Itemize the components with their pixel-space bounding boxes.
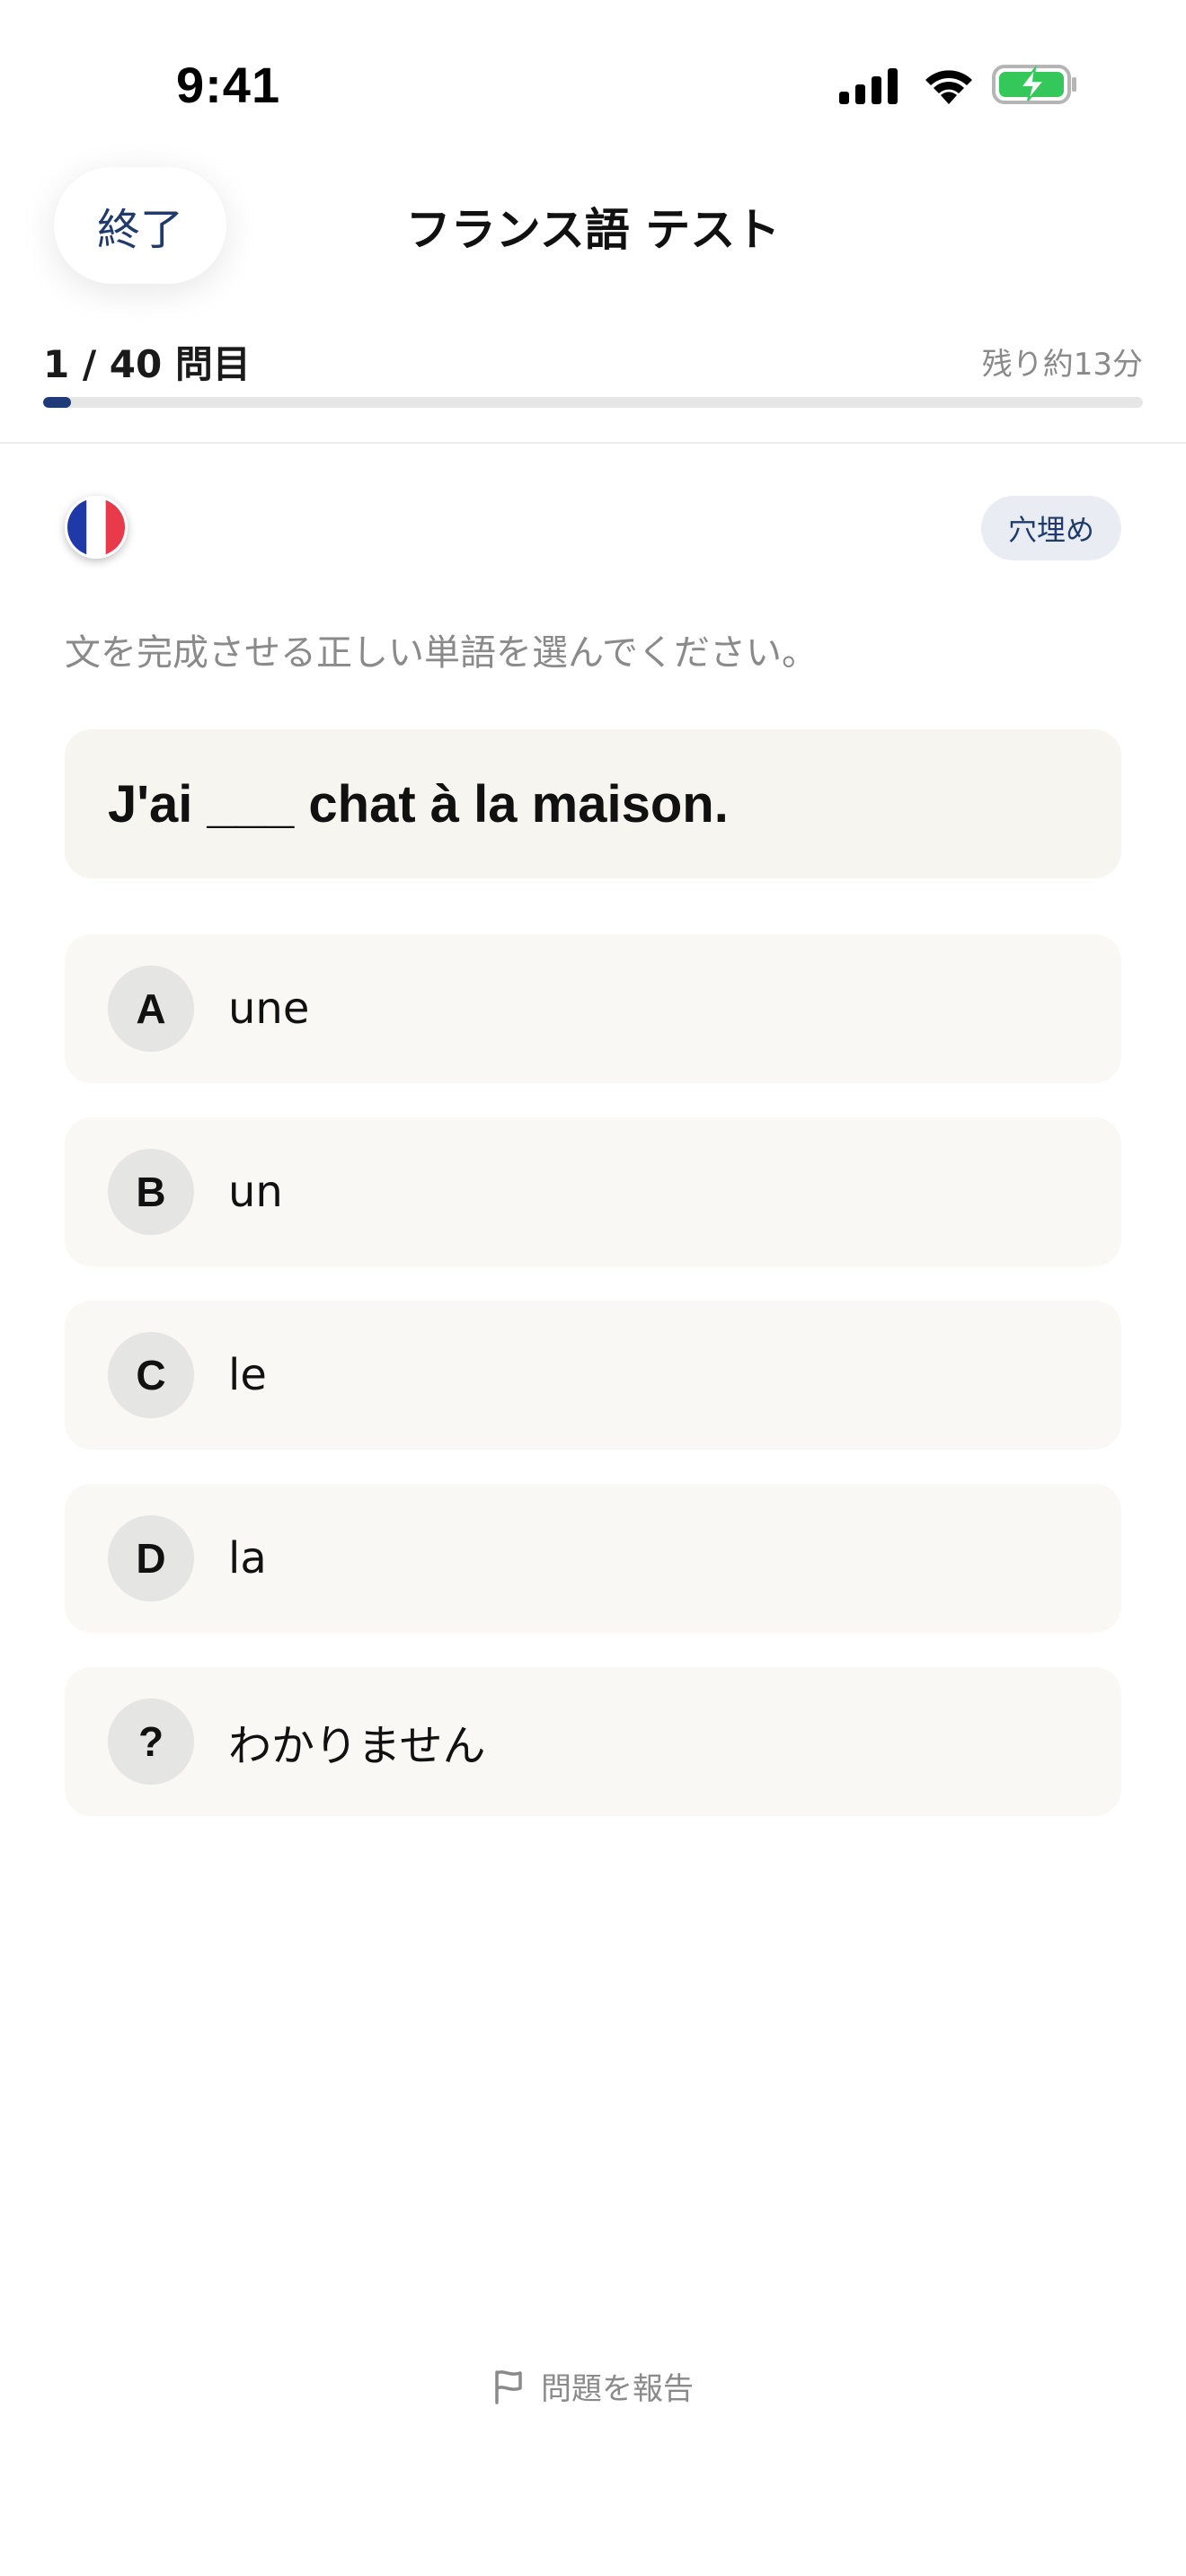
option-text: la bbox=[228, 1533, 267, 1584]
battery-charging-icon bbox=[992, 65, 1076, 104]
option-dont-know[interactable]: ? わかりません bbox=[65, 1667, 1121, 1816]
option-letter: C bbox=[108, 1332, 194, 1418]
question-counter: 1 / 40 問目 bbox=[43, 342, 251, 386]
option-text: un bbox=[228, 1167, 283, 1217]
flag-icon bbox=[495, 2369, 522, 2404]
question-type-badge: 穴埋め bbox=[980, 496, 1121, 560]
progress-fill bbox=[43, 397, 71, 408]
option-text: une bbox=[228, 984, 310, 1034]
signal-icon bbox=[839, 68, 898, 104]
option-b[interactable]: B un bbox=[65, 1117, 1121, 1266]
question-instruction: 文を完成させる正しい単語を選んでください。 bbox=[65, 632, 818, 674]
option-text: le bbox=[228, 1350, 267, 1400]
status-icons bbox=[839, 63, 1082, 108]
wifi-icon bbox=[925, 70, 972, 104]
report-label: 問題を報告 bbox=[541, 2371, 694, 2407]
progress-bar bbox=[43, 397, 1143, 408]
time-remaining: 残り約13分 bbox=[981, 347, 1143, 383]
option-letter: D bbox=[108, 1515, 194, 1601]
option-letter: ? bbox=[108, 1698, 194, 1785]
option-text: わかりません bbox=[228, 1721, 486, 1771]
option-d[interactable]: D la bbox=[65, 1484, 1121, 1633]
quiz-screen: 9:41 終了 フランス語 テスト 1 / 40 問目 残り約13分 穴埋め 文… bbox=[0, 0, 1186, 2576]
option-c[interactable]: C le bbox=[65, 1301, 1121, 1450]
question-sentence: J'ai ___ chat à la maison. bbox=[65, 729, 1121, 878]
page-title: フランス語 テスト bbox=[405, 204, 781, 256]
status-time: 9:41 bbox=[176, 57, 281, 113]
option-letter: A bbox=[108, 966, 194, 1052]
option-a[interactable]: A une bbox=[65, 934, 1121, 1083]
option-letter: B bbox=[108, 1149, 194, 1235]
divider bbox=[0, 442, 1186, 444]
france-flag-icon bbox=[65, 496, 128, 559]
report-problem-button[interactable]: 問題を報告 bbox=[0, 2364, 1186, 2408]
